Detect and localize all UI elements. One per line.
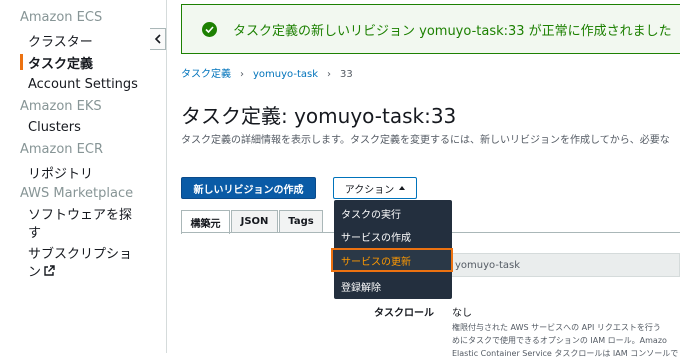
create-revision-button[interactable]: 新しいリビジョンの作成 (181, 177, 316, 199)
flash-message: タスク定義の新しいリビジョン yomuyo-task:33 が正常に作成されまし… (233, 24, 672, 39)
breadcrumb-family[interactable]: yomuyo-task (253, 69, 318, 80)
sidebar-collapse-button[interactable] (150, 28, 166, 50)
sidebar-item-subscriptions-line1: サブスクリプショ (28, 247, 133, 262)
page-title: タスク定義: yomuyo-task:33 (181, 104, 457, 128)
sidebar-item-subscriptions-line2: ン (28, 265, 42, 280)
success-flash: タスク定義の新しいリビジョン yomuyo-task:33 が正常に作成されまし… (181, 4, 680, 54)
sidebar-divider (166, 0, 167, 353)
sidebar-heading-eks: Amazon EKS (20, 99, 102, 114)
menu-item-create-service[interactable]: サービスの作成 (334, 224, 452, 248)
actions-button[interactable]: アクション (333, 177, 417, 199)
sidebar-heading-ecr: Amazon ECR (20, 142, 103, 157)
breadcrumb-task-definitions[interactable]: タスク定義 (181, 69, 231, 80)
menu-item-update-service[interactable]: サービスの更新 (331, 248, 453, 272)
active-indicator (20, 54, 23, 70)
sidebar-heading-ecs: Amazon ECS (20, 10, 103, 25)
sidebar-item-discover-software-line1: ソフトウェアを探 (28, 208, 133, 223)
sidebar-item-discover-software-line2: す (28, 226, 42, 241)
task-role-help-line1: 権限付与された AWS サービスへの API リクエストを行う (452, 323, 661, 332)
breadcrumb: タスク定義 › yomuyo-task › 33 (181, 65, 353, 80)
task-role-help-line2: めにタスクで使用できるオプションの IAM ロール。Amazo (452, 336, 667, 345)
sidebar-item-subscriptions[interactable]: サブスクリプショ ン (28, 246, 132, 282)
task-role-label: タスクロール (374, 308, 434, 319)
task-role-help-line3: Elastic Container Service タスクロールは IAM コン… (452, 349, 679, 358)
chevron-left-icon (154, 34, 161, 44)
breadcrumb-separator: › (240, 69, 244, 80)
task-role-value: なし (452, 308, 472, 319)
caret-up-icon (399, 186, 406, 190)
sidebar-item-clusters[interactable]: クラスター (28, 31, 93, 50)
sidebar-heading-marketplace: AWS Marketplace (20, 186, 134, 201)
sidebar-item-account-settings[interactable]: Account Settings (28, 77, 138, 92)
tab-tags[interactable]: Tags (279, 210, 323, 232)
external-link-icon (43, 265, 55, 277)
actions-button-label: アクション (344, 184, 395, 196)
family-field: yomuyo-task (448, 253, 680, 277)
sidebar-item-discover-software[interactable]: ソフトウェアを探 す (28, 207, 132, 243)
menu-item-run-task[interactable]: タスクの実行 (334, 201, 452, 225)
breadcrumb-separator: › (327, 69, 331, 80)
sidebar-item-task-definitions[interactable]: タスク定義 (28, 53, 93, 72)
check-circle-icon (202, 22, 217, 37)
sidebar: Amazon ECS クラスター タスク定義 Account Settings … (0, 0, 150, 353)
tab-json[interactable]: JSON (231, 210, 278, 232)
page-description: タスク定義の詳細情報を表示します。タスク定義を変更するには、新しいリビジョンを作… (181, 135, 670, 146)
tab-builder[interactable]: 構築元 (181, 210, 230, 234)
sidebar-item-eks-clusters[interactable]: Clusters (28, 120, 81, 135)
sidebar-item-repositories[interactable]: リポジトリ (28, 163, 93, 182)
menu-item-deregister[interactable]: 登録解除 (334, 274, 452, 298)
actions-menu: タスクの実行 サービスの作成 サービスの更新 登録解除 (331, 200, 453, 299)
breadcrumb-current: 33 (340, 69, 353, 80)
